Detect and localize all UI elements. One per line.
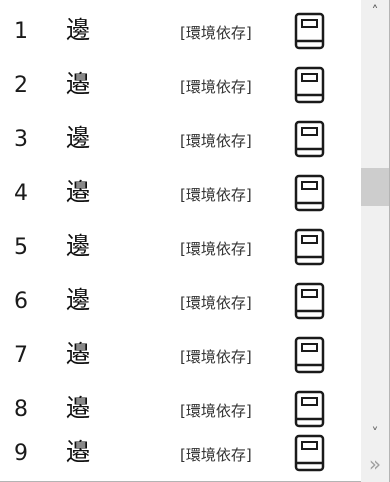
expand-more-icon[interactable]: »: [361, 450, 389, 478]
book-icon[interactable]: [293, 65, 327, 105]
list-item[interactable]: 1 邊 [環境依存]: [0, 5, 360, 59]
vertical-scrollbar[interactable]: ˄ ˅ »: [361, 0, 389, 482]
candidate-number: 2: [14, 73, 28, 98]
environment-dependent-label: [環境依存]: [180, 24, 252, 42]
scroll-up-arrow-icon[interactable]: ˄: [361, 0, 389, 24]
candidate-number: 1: [14, 19, 28, 44]
list-item[interactable]: 9 邉 [環境依存]: [0, 427, 360, 481]
candidate-number: 6: [14, 289, 28, 314]
list-item[interactable]: 3 邊 [環境依存]: [0, 113, 360, 167]
list-item[interactable]: 7 邉 [環境依存]: [0, 329, 360, 383]
book-icon[interactable]: [293, 389, 327, 429]
candidate-number: 9: [14, 441, 28, 466]
candidate-number: 3: [14, 127, 28, 152]
environment-dependent-label: [環境依存]: [180, 240, 252, 258]
book-icon[interactable]: [293, 119, 327, 159]
environment-dependent-label: [環境依存]: [180, 294, 252, 312]
candidate-character: 邉: [66, 340, 90, 368]
environment-dependent-label: [環境依存]: [180, 132, 252, 150]
candidate-character: 邉: [66, 438, 90, 466]
book-icon[interactable]: [293, 173, 327, 213]
candidate-character: 邊: [66, 124, 90, 152]
candidate-character: 邊: [66, 232, 90, 260]
candidate-number: 8: [14, 397, 28, 422]
list-item[interactable]: 6 邊 [環境依存]: [0, 275, 360, 329]
environment-dependent-label: [環境依存]: [180, 348, 252, 366]
book-icon[interactable]: [293, 281, 327, 321]
candidate-character: 邊: [66, 286, 90, 314]
environment-dependent-label: [環境依存]: [180, 186, 252, 204]
environment-dependent-label: [環境依存]: [180, 402, 252, 420]
book-icon[interactable]: [293, 335, 327, 375]
candidate-number: 4: [14, 181, 28, 206]
environment-dependent-label: [環境依存]: [180, 78, 252, 96]
candidate-number: 5: [14, 235, 28, 260]
list-item[interactable]: 5 邊 [環境依存]: [0, 221, 360, 275]
environment-dependent-label: [環境依存]: [180, 446, 252, 464]
candidate-window: 1 邊 [環境依存] 2 邉 [環境依存] 3 邊 [環境依存] 4 邉 [環境…: [0, 0, 390, 482]
candidate-character: 邉: [66, 394, 90, 422]
book-icon[interactable]: [293, 433, 327, 473]
list-item[interactable]: 2 邉 [環境依存]: [0, 59, 360, 113]
scrollbar-thumb[interactable]: [361, 168, 389, 206]
scroll-down-arrow-icon[interactable]: ˅: [361, 422, 389, 446]
list-item[interactable]: 4 邉 [環境依存]: [0, 167, 360, 221]
book-icon[interactable]: [293, 227, 327, 267]
candidate-character: 邉: [66, 70, 90, 98]
candidate-list: 1 邊 [環境依存] 2 邉 [環境依存] 3 邊 [環境依存] 4 邉 [環境…: [0, 0, 360, 482]
book-icon[interactable]: [293, 11, 327, 51]
candidate-character: 邉: [66, 178, 90, 206]
candidate-number: 7: [14, 343, 28, 368]
candidate-character: 邊: [66, 16, 90, 44]
